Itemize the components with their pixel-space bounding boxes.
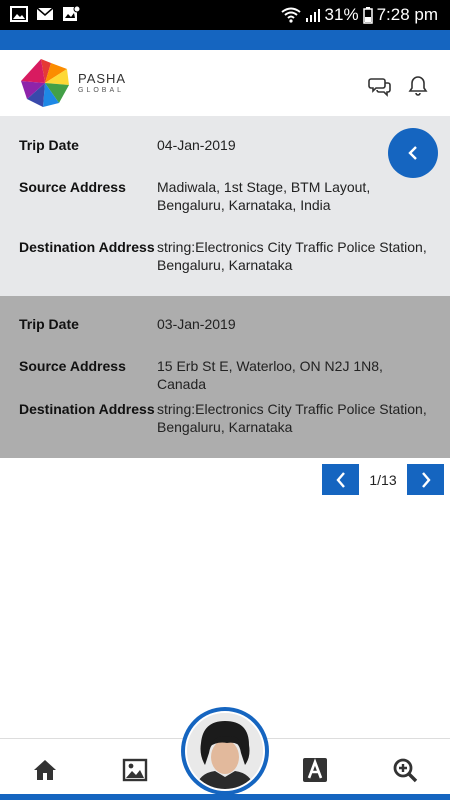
destination-address-label: Destination Address [19,239,155,255]
destination-address-label: Destination Address [19,401,155,417]
mail-notification-icon [36,7,54,20]
source-address-label: Source Address [19,179,126,195]
brand-sub: GLOBAL [78,87,125,94]
destination-address-row: Destination Address string:Electronics C… [19,400,440,436]
profile-avatar-button[interactable] [181,707,269,795]
chevron-left-icon [408,146,417,160]
trip-date-row: Trip Date 03-Jan-2019 [19,315,440,333]
bell-icon[interactable] [406,74,430,98]
app-header: PASHA GLOBAL [0,50,450,116]
battery-icon [362,6,373,24]
trip-date-value: 04-Jan-2019 [157,137,236,153]
next-page-button[interactable] [407,464,444,495]
pagination: 1/13 [322,464,444,495]
trip-card[interactable]: Trip Date 03-Jan-2019 Source Address 15 … [0,296,450,458]
trip-card[interactable]: Trip Date 04-Jan-2019 Source Address Mad… [0,116,450,296]
destination-address-row: Destination Address string:Electronics C… [19,238,440,274]
avatar [185,711,265,791]
back-button[interactable] [388,128,438,178]
previous-page-button[interactable] [322,464,359,495]
wifi-icon [280,7,301,23]
destination-address-value: string:Electronics City Traffic Police S… [157,401,427,435]
source-address-row: Source Address Madiwala, 1st Stage, BTM … [19,178,440,214]
avatar-photo [187,713,263,789]
home-icon[interactable] [32,757,58,783]
trip-date-row: Trip Date 04-Jan-2019 [19,136,440,154]
brand-wordmark: PASHA GLOBAL [78,72,126,94]
battery-percent: 31% [324,5,359,24]
top-accent-strip [0,30,450,50]
image-icon[interactable] [122,757,148,783]
zoom-in-icon[interactable] [392,757,418,783]
status-bar: 31% 7:28 pm [0,0,450,30]
gallery-notification-icon [10,6,28,22]
source-address-value: Madiwala, 1st Stage, BTM Layout, Bengalu… [157,179,371,213]
status-system: 31% 7:28 pm [280,5,438,25]
page-indicator: 1/13 [369,471,397,488]
clock: 7:28 pm [376,5,438,24]
source-address-row: Source Address 15 Erb St E, Waterloo, ON… [19,357,440,393]
status-notifications [10,6,80,22]
brand-name: PASHA [78,71,127,86]
source-address-label: Source Address [19,358,126,374]
chevron-right-icon [421,471,431,488]
trip-date-label: Trip Date [19,137,79,153]
destination-address-value: string:Electronics City Traffic Police S… [157,239,427,273]
trip-date-label: Trip Date [19,316,79,332]
source-address-value: 15 Erb St E, Waterloo, ON N2J 1N8, Canad… [157,358,383,392]
font-icon[interactable] [302,757,328,783]
trip-date-value: 03-Jan-2019 [157,316,236,332]
chat-icon[interactable] [368,74,392,98]
pasha-logo-icon [21,59,69,107]
chevron-left-icon [335,471,345,488]
image-upload-notification-icon [63,6,80,21]
signal-icon [305,9,320,22]
